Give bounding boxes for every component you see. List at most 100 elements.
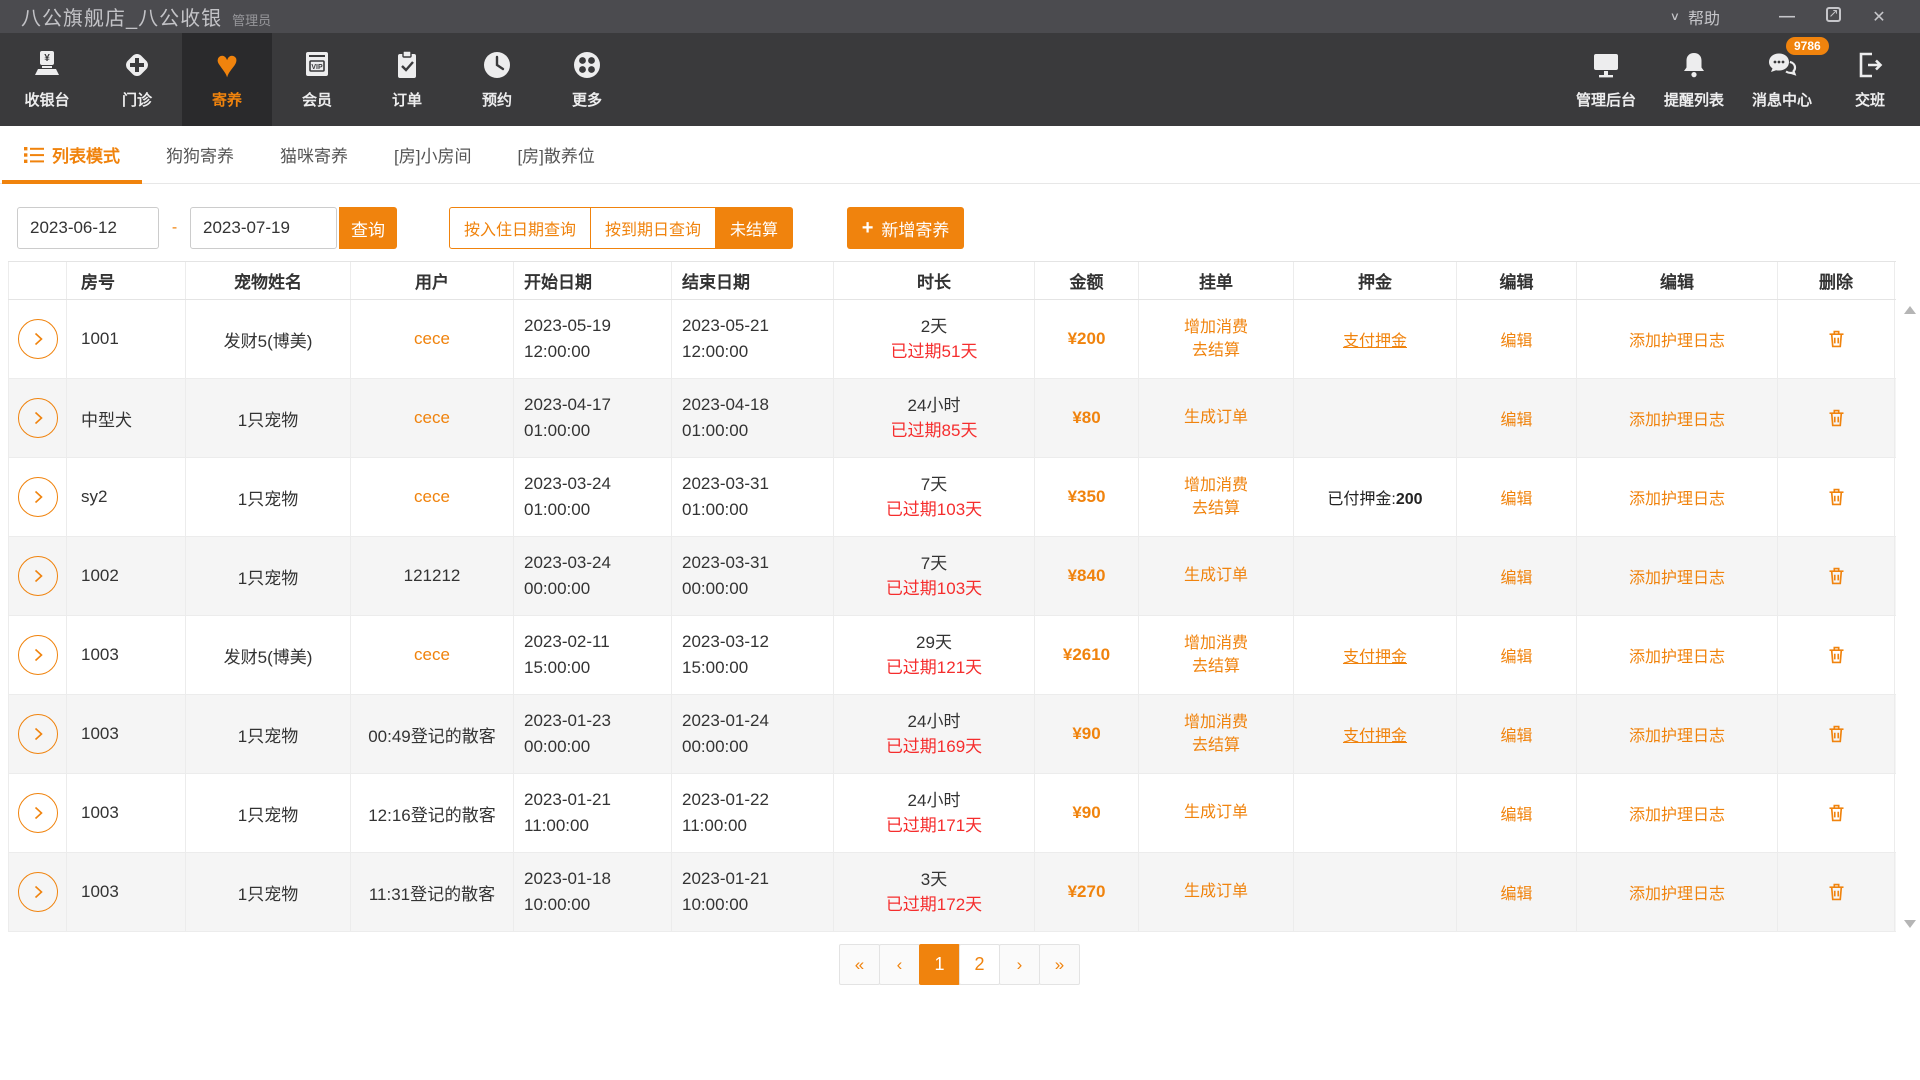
- edit-link[interactable]: 编辑: [1500, 564, 1532, 588]
- pending-action-link[interactable]: 去结算: [1192, 655, 1240, 678]
- pay-deposit-link[interactable]: 支付押金: [1343, 722, 1407, 746]
- next-page-button[interactable]: ›: [999, 944, 1040, 985]
- restore-button[interactable]: [1810, 7, 1856, 27]
- add-care-log-link[interactable]: 添加护理日志: [1629, 722, 1725, 746]
- scroll-down-icon[interactable]: [1904, 920, 1916, 928]
- nav-item-orders[interactable]: 订单: [362, 33, 452, 126]
- pending-action-link[interactable]: 去结算: [1192, 339, 1240, 362]
- delete-icon[interactable]: [1826, 802, 1847, 824]
- shift-logout-icon: [1854, 50, 1886, 80]
- edit-link[interactable]: 编辑: [1500, 880, 1532, 904]
- end-datetime: 2023-05-2112:00:00: [672, 300, 834, 378]
- nav-item-cashier[interactable]: ¥ 收银台: [2, 33, 92, 126]
- nav-item-appointments[interactable]: 预约: [452, 33, 542, 126]
- nav-item-reminder-list[interactable]: 提醒列表: [1650, 33, 1738, 126]
- pay-deposit-link[interactable]: 支付押金: [1343, 643, 1407, 667]
- end-datetime: 2023-01-2110:00:00: [672, 853, 834, 931]
- by-due-date-button[interactable]: 按到期日查询: [590, 207, 716, 249]
- room-number: 1003: [67, 774, 186, 852]
- delete-icon[interactable]: [1826, 486, 1847, 508]
- user-name: 11:31登记的散客: [351, 853, 514, 931]
- pending-action-link[interactable]: 去结算: [1192, 497, 1240, 520]
- pending-action-link[interactable]: 增加消费: [1184, 474, 1248, 497]
- header-user: 用户: [351, 262, 514, 299]
- expand-row-button[interactable]: [18, 714, 58, 754]
- header-start-date: 开始日期: [514, 262, 672, 299]
- pending-action-link[interactable]: 生成订单: [1184, 801, 1248, 824]
- add-care-log-link[interactable]: 添加护理日志: [1629, 880, 1725, 904]
- tab-free-range[interactable]: [房]散养位: [507, 126, 604, 183]
- tab-cat-boarding[interactable]: 猫咪寄养: [270, 126, 358, 183]
- edit-link[interactable]: 编辑: [1500, 327, 1532, 351]
- nav-item-clinic[interactable]: 门诊: [92, 33, 182, 126]
- amount: ¥2610: [1035, 616, 1139, 694]
- delete-icon[interactable]: [1826, 565, 1847, 587]
- query-button[interactable]: 查询: [339, 207, 397, 249]
- minimize-button[interactable]: —: [1764, 8, 1810, 26]
- scroll-up-icon[interactable]: [1904, 306, 1916, 314]
- expand-row-button[interactable]: [18, 398, 58, 438]
- add-boarding-button[interactable]: + 新增寄养: [847, 207, 964, 249]
- expand-row-button[interactable]: [18, 319, 58, 359]
- app-title: 八公旗舰店_八公收银: [21, 2, 222, 31]
- page-1-button[interactable]: 1: [919, 944, 960, 985]
- start-datetime: 2023-03-2400:00:00: [514, 537, 672, 615]
- tab-small-room[interactable]: [房]小房间: [384, 126, 481, 183]
- pending-action-link[interactable]: 生成订单: [1184, 880, 1248, 903]
- reminder-bell-icon: [1678, 50, 1710, 80]
- nav-item-member[interactable]: VIP 会员: [272, 33, 362, 126]
- tab-list-mode[interactable]: 列表模式: [14, 126, 130, 183]
- first-page-button[interactable]: «: [839, 944, 880, 985]
- delete-icon[interactable]: [1826, 644, 1847, 666]
- add-care-log-link[interactable]: 添加护理日志: [1629, 643, 1725, 667]
- vertical-scrollbar[interactable]: [1903, 300, 1918, 934]
- add-care-log-link[interactable]: 添加护理日志: [1629, 406, 1725, 430]
- edit-link[interactable]: 编辑: [1500, 406, 1532, 430]
- table-header-row: 房号 宠物姓名 用户 开始日期 结束日期 时长 金额 挂单 押金 编辑 编辑 删…: [8, 261, 1896, 300]
- expand-row-button[interactable]: [18, 872, 58, 912]
- pending-action-link[interactable]: 生成订单: [1184, 406, 1248, 429]
- date-from-input[interactable]: [17, 207, 159, 249]
- nav-item-boarding[interactable]: ♥ 寄养: [182, 33, 272, 126]
- pending-action-link[interactable]: 增加消费: [1184, 316, 1248, 339]
- edit-cell: 编辑: [1457, 695, 1577, 773]
- end-datetime: 2023-04-1801:00:00: [672, 379, 834, 457]
- add-care-log-link[interactable]: 添加护理日志: [1629, 485, 1725, 509]
- delete-icon[interactable]: [1826, 881, 1847, 903]
- deposit-cell: [1294, 853, 1457, 931]
- edit-link[interactable]: 编辑: [1500, 485, 1532, 509]
- duration-cell: 7天已过期103天: [834, 458, 1035, 536]
- last-page-button[interactable]: »: [1039, 944, 1080, 985]
- expand-row-button[interactable]: [18, 635, 58, 675]
- pending-action-link[interactable]: 增加消费: [1184, 711, 1248, 734]
- expand-row-button[interactable]: [18, 477, 58, 517]
- date-to-input[interactable]: [190, 207, 337, 249]
- delete-icon[interactable]: [1826, 328, 1847, 350]
- nav-item-admin-backend[interactable]: 管理后台: [1562, 33, 1650, 126]
- add-care-log-link[interactable]: 添加护理日志: [1629, 327, 1725, 351]
- by-checkin-date-button[interactable]: 按入住日期查询: [449, 207, 591, 249]
- nav-item-more[interactable]: 更多: [542, 33, 632, 126]
- add-care-log-link[interactable]: 添加护理日志: [1629, 801, 1725, 825]
- unsettled-button[interactable]: 未结算: [715, 207, 793, 249]
- tab-dog-boarding[interactable]: 狗狗寄养: [156, 126, 244, 183]
- delete-icon[interactable]: [1826, 723, 1847, 745]
- add-care-log-link[interactable]: 添加护理日志: [1629, 564, 1725, 588]
- edit-link[interactable]: 编辑: [1500, 643, 1532, 667]
- prev-page-button[interactable]: ‹: [879, 944, 920, 985]
- help-menu[interactable]: ∨ 帮助: [1670, 5, 1720, 29]
- expand-row-button[interactable]: [18, 793, 58, 833]
- edit-link[interactable]: 编辑: [1500, 801, 1532, 825]
- care-log-cell: 添加护理日志: [1577, 458, 1778, 536]
- pending-action-link[interactable]: 去结算: [1192, 734, 1240, 757]
- expand-row-button[interactable]: [18, 556, 58, 596]
- close-button[interactable]: ✕: [1856, 7, 1902, 27]
- page-2-button[interactable]: 2: [959, 944, 1000, 985]
- nav-item-shift-change[interactable]: 交班: [1826, 33, 1914, 126]
- edit-link[interactable]: 编辑: [1500, 722, 1532, 746]
- pending-action-link[interactable]: 增加消费: [1184, 632, 1248, 655]
- pay-deposit-link[interactable]: 支付押金: [1343, 327, 1407, 351]
- delete-icon[interactable]: [1826, 407, 1847, 429]
- pending-action-link[interactable]: 生成订单: [1184, 564, 1248, 587]
- care-log-cell: 添加护理日志: [1577, 695, 1778, 773]
